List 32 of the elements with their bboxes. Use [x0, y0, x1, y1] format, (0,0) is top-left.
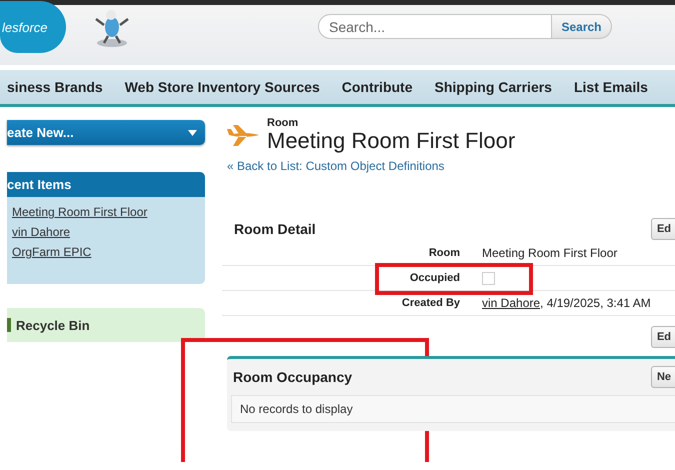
- recent-items-header: cent Items: [7, 172, 205, 197]
- recent-item-link[interactable]: vin Dahore: [12, 225, 70, 239]
- search-field[interactable]: Search...: [318, 14, 552, 39]
- nav-tab[interactable]: siness Brands: [7, 79, 103, 95]
- nav-tab[interactable]: Web Store Inventory Sources: [124, 79, 320, 95]
- record-type: Room: [267, 117, 300, 129]
- recent-item-link[interactable]: OrgFarm EPIC: [12, 245, 92, 259]
- edit-button[interactable]: Ed: [650, 218, 675, 240]
- recycle-bin-label[interactable]: Recycle Bin: [16, 318, 90, 332]
- new-button[interactable]: Ne: [650, 366, 675, 388]
- search-button[interactable]: Search: [552, 14, 612, 39]
- record-title: Meeting Room First Floor: [267, 129, 516, 153]
- section-title: Room Detail: [234, 221, 316, 237]
- field-value: Meeting Room First Floor: [482, 246, 618, 260]
- recent-item-link[interactable]: Meeting Room First Floor: [12, 205, 148, 219]
- back-link[interactable]: « Back to List: Custom Object Definitions: [227, 159, 444, 173]
- nav-tab[interactable]: Shipping Carriers: [434, 79, 552, 95]
- user-link[interactable]: vin Dahore: [482, 296, 540, 310]
- checkbox[interactable]: [482, 272, 495, 284]
- section-title: Room Occupancy: [233, 369, 352, 385]
- airplane-icon: [227, 123, 261, 149]
- create-new-button[interactable]: eate New...: [7, 120, 205, 145]
- nav-tab[interactable]: Contribute: [342, 79, 412, 95]
- field-value: vin Dahore, 4/19/2025, 3:41 AM: [482, 296, 651, 310]
- nav-tab[interactable]: List Emails: [574, 79, 648, 95]
- field-label: Room: [428, 247, 460, 259]
- field-label: Created By: [400, 297, 460, 309]
- field-label: Occupied: [408, 272, 460, 284]
- recycle-bin-panel[interactable]: Recycle Bin: [7, 308, 205, 342]
- edit-button[interactable]: Ed: [650, 326, 675, 348]
- empty-message: No records to display: [231, 395, 675, 423]
- caret-icon: [188, 130, 197, 136]
